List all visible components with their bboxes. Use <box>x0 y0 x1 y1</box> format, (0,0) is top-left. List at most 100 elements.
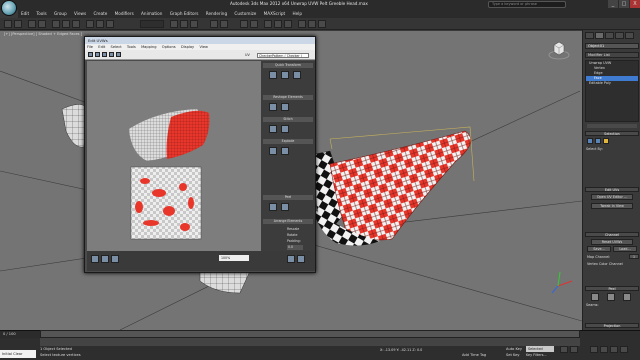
unlink-icon[interactable] <box>38 20 46 28</box>
transform-gizmo[interactable] <box>551 271 573 294</box>
uv-scale-icon[interactable] <box>102 52 107 57</box>
uv-menu-view[interactable]: View <box>197 45 210 49</box>
render-frame-icon[interactable] <box>308 20 316 28</box>
align-icon[interactable] <box>220 20 228 28</box>
sel-edge-icon[interactable] <box>595 138 601 144</box>
sel-vertex-icon[interactable] <box>587 138 593 144</box>
rollout-channel[interactable]: Channel <box>585 232 639 237</box>
angle-snap-icon[interactable] <box>180 20 188 28</box>
search-input[interactable]: Type a keyword or phrase <box>488 1 566 8</box>
reset-uvws-button[interactable]: Reset UVWs <box>591 239 633 245</box>
key-filters-button[interactable]: Key Filters... <box>526 353 547 357</box>
uv-edge-mode-icon[interactable] <box>101 255 109 263</box>
create-tab-icon[interactable] <box>585 32 594 39</box>
checker-pattern-dropdown[interactable]: CheckerPattern ( Checker ) <box>257 53 309 58</box>
rollout-selection[interactable]: Selection <box>585 131 639 136</box>
add-time-tag-button[interactable]: Add Time Tag <box>462 353 486 357</box>
minimize-button[interactable]: _ <box>608 0 618 8</box>
uv-menu-options[interactable]: Options <box>160 45 178 49</box>
relax-icon[interactable] <box>281 103 289 111</box>
map-channel-spinner[interactable]: 1 <box>629 254 639 259</box>
menu-rendering[interactable]: Rendering <box>203 10 230 17</box>
rollout-peel[interactable]: Peel <box>585 286 639 291</box>
menu-modifiers[interactable]: Modifiers <box>112 10 137 17</box>
play-icon[interactable] <box>560 346 568 353</box>
section-peel[interactable]: Peel <box>263 195 313 200</box>
close-button[interactable]: X <box>630 0 640 8</box>
rotate-90-icon[interactable] <box>293 71 301 79</box>
timeline-track[interactable] <box>40 338 580 346</box>
break-icon[interactable] <box>269 147 277 155</box>
motion-tab-icon[interactable] <box>615 32 624 39</box>
display-tab-icon[interactable] <box>625 32 634 39</box>
edit-seams-icon[interactable] <box>623 293 631 301</box>
viewcube-icon[interactable] <box>548 39 570 61</box>
mirror-icon[interactable] <box>210 20 218 28</box>
quick-peel-icon[interactable] <box>591 293 599 301</box>
pelt-icon[interactable] <box>607 293 615 301</box>
menu-create[interactable]: Create <box>90 10 110 17</box>
menu-views[interactable]: Views <box>71 10 89 17</box>
uv-menu-mapping[interactable]: Mapping <box>139 45 158 49</box>
uv-menu-edit[interactable]: Edit <box>96 45 107 49</box>
stitch-custom-icon[interactable] <box>269 125 277 133</box>
snap-icon[interactable] <box>170 20 178 28</box>
select-by-name-icon[interactable] <box>62 20 70 28</box>
key-selection-dropdown[interactable]: Selected <box>526 346 554 352</box>
rotate-checkbox[interactable]: Rotate <box>287 233 297 237</box>
material-editor-icon[interactable] <box>284 20 292 28</box>
next-frame-icon[interactable] <box>570 346 578 353</box>
select-region-icon[interactable] <box>72 20 80 28</box>
straighten-icon[interactable] <box>269 103 277 111</box>
uv-editor-title[interactable]: Edit UVWs <box>85 37 315 44</box>
uv-menu-file[interactable]: File <box>85 45 95 49</box>
modify-tab-icon[interactable] <box>595 32 604 39</box>
stack-item-editable-poly[interactable]: Editable Poly <box>586 81 638 86</box>
menu-help[interactable]: Help <box>289 10 305 17</box>
percent-snap-icon[interactable] <box>190 20 198 28</box>
vertex-color-channel-radio[interactable]: Vertex Color Channel <box>587 262 623 266</box>
curve-editor-icon[interactable] <box>264 20 272 28</box>
padding-spinner[interactable]: 0.0 <box>287 245 303 250</box>
uv-editor-window[interactable]: Edit UVWs File Edit Select Tools Mapping… <box>84 36 316 273</box>
auto-key-button[interactable]: Auto Key <box>506 347 522 351</box>
peel-icon[interactable] <box>269 203 277 211</box>
align-horizontal-icon[interactable] <box>269 71 277 79</box>
uv-face-mode-icon[interactable] <box>111 255 119 263</box>
pan-view-icon[interactable] <box>610 346 618 353</box>
pan-icon[interactable] <box>287 255 295 263</box>
maximize-viewport-icon[interactable] <box>620 346 628 353</box>
uv-menu-tools[interactable]: Tools <box>125 45 138 49</box>
graphite-icon[interactable] <box>250 20 258 28</box>
section-explode[interactable]: Explode <box>263 139 313 144</box>
link-icon[interactable] <box>28 20 36 28</box>
render-setup-icon[interactable] <box>298 20 306 28</box>
undo-icon[interactable] <box>4 20 12 28</box>
uv-mirror-icon[interactable] <box>116 52 121 57</box>
menu-group[interactable]: Group <box>51 10 70 17</box>
menu-maxscript[interactable]: MAXScript <box>261 10 289 17</box>
load-button[interactable]: Load... <box>613 246 637 252</box>
zoom-field[interactable]: 100% <box>219 255 249 261</box>
align-vertical-icon[interactable] <box>281 71 289 79</box>
sel-face-icon[interactable] <box>603 138 609 144</box>
uv-vertex-mode-icon[interactable] <box>91 255 99 263</box>
app-logo-icon[interactable] <box>1 0 17 16</box>
time-slider[interactable] <box>40 330 580 338</box>
weld-icon[interactable] <box>281 147 289 155</box>
render-icon[interactable] <box>318 20 326 28</box>
maximize-button[interactable]: □ <box>619 0 629 8</box>
menu-graph-editors[interactable]: Graph Editors <box>167 10 202 17</box>
section-quick-transform[interactable]: Quick Transform <box>263 63 313 68</box>
maxscript-listener[interactable]: Initial Clear <box>0 350 36 358</box>
stitch-target-icon[interactable] <box>281 125 289 133</box>
frame-counter[interactable]: 0 / 100 <box>0 331 40 338</box>
pin-icon[interactable] <box>281 203 289 211</box>
coordinate-display[interactable]: X: -13.09 Y: -42.11 Z: 0.0 <box>380 348 422 352</box>
scale-icon[interactable] <box>106 20 114 28</box>
menu-edit[interactable]: Edit <box>18 10 32 17</box>
zoom-icon[interactable] <box>297 255 305 263</box>
uv-move-icon[interactable] <box>88 52 93 57</box>
select-icon[interactable] <box>52 20 60 28</box>
uv-freeform-icon[interactable] <box>109 52 114 57</box>
